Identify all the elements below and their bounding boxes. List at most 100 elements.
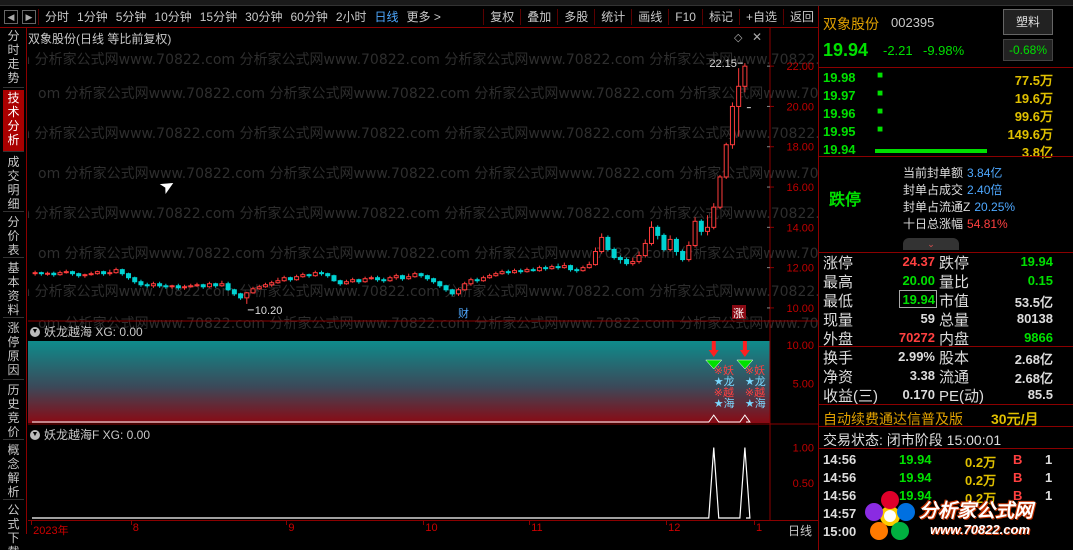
candle-body [319, 272, 325, 275]
highlight-box [899, 290, 937, 308]
tab-concept[interactable]: 概念解析 [3, 442, 24, 500]
toolbar-divider [520, 8, 522, 25]
add-watchlist-button[interactable]: +自选 [742, 8, 781, 25]
period-60min[interactable]: 60分钟 [286, 8, 331, 25]
candle-body [592, 251, 598, 266]
candle-body [362, 278, 368, 283]
candle-body [555, 266, 561, 269]
candle-body [219, 283, 225, 287]
finance-marker[interactable]: 财 [458, 306, 469, 320]
stat-label: 换手 [823, 350, 854, 367]
f10-button[interactable]: F10 [671, 10, 700, 24]
candle-body [200, 284, 206, 288]
tab-technical[interactable]: 技术分析 [3, 90, 24, 152]
tick-row: 14:56 19.94 0.2万 B 1 [819, 470, 1069, 488]
candle-body [412, 273, 418, 278]
candle-body [225, 283, 231, 291]
indicator-menu-icon[interactable]: ▼ [30, 326, 40, 337]
period-1min[interactable]: 1分钟 [73, 8, 112, 25]
trade-status: 交易状态: 闭市阶段 15:00:01 [823, 432, 1002, 448]
draw-line-button[interactable]: 画线 [634, 8, 666, 25]
tab-price-table[interactable]: 分价表 [3, 214, 24, 258]
stat-row: 最高 20.00 量比 0.15 [819, 271, 1069, 291]
period-10min[interactable]: 10分钟 [150, 8, 195, 25]
candle-body [119, 269, 125, 275]
indicator-menu-icon[interactable]: ▼ [30, 429, 40, 440]
candle-body [673, 238, 679, 253]
tick-price: 19.94 [899, 470, 932, 485]
mark-button[interactable]: 标记 [705, 8, 737, 25]
stat-value: 0.15 [1027, 273, 1053, 288]
tab-trades[interactable]: 成交明细 [3, 154, 24, 212]
candle-body [262, 284, 268, 288]
candle-body [69, 271, 75, 275]
tab-intraday[interactable]: 分时走势 [3, 28, 24, 88]
period-30min[interactable]: 30分钟 [241, 8, 286, 25]
watermark-text: om 分析家公式网www.70822.com 分析家公式网www.70822.c… [38, 245, 818, 262]
site-logo: 分析家公式网 www.70822.com [862, 488, 1062, 544]
stat-row: 现量 59 总量 80138 [819, 309, 1069, 329]
chart-area[interactable]: om 分析家公式网www.70822.com 分析家公式网www.70822.c… [28, 28, 818, 534]
seal-label: 当前封单额 [903, 166, 964, 180]
period-5min[interactable]: 5分钟 [112, 8, 151, 25]
stat-value: 24.37 [902, 254, 935, 269]
stat-value: 85.5 [1027, 387, 1053, 402]
tab-auction[interactable]: 历史竞价 [3, 382, 24, 440]
bid-row[interactable]: 19.96 99.6万 ■ [819, 106, 1069, 124]
watermark-text: om 分析家公式网www.70822.com 分析家公式网www.70822.c… [28, 51, 818, 68]
back-icon[interactable]: ◀ [4, 9, 18, 24]
period-2h[interactable]: 2小时 [332, 8, 371, 25]
tab-profile[interactable]: 基本资料 [3, 260, 24, 318]
candle-body [437, 281, 443, 287]
adjust-button[interactable]: 复权 [486, 8, 518, 25]
bid-row[interactable]: 19.95 149.6万 ■ [819, 124, 1069, 142]
y-tick-label: 22.00 [786, 61, 814, 73]
period-more[interactable]: 更多 > [403, 8, 445, 25]
sector-button[interactable]: 塑料 [1003, 9, 1053, 35]
candle-body [213, 283, 219, 287]
statistics-button[interactable]: 统计 [597, 8, 629, 25]
multi-stock-button[interactable]: 多股 [560, 8, 592, 25]
candle-body [287, 277, 293, 281]
close-icon[interactable]: ✕ [752, 30, 762, 44]
last-price: 19.94 [823, 40, 869, 60]
candle-body [150, 283, 156, 287]
ad-text[interactable]: 自动续费通达信普及版 [823, 409, 963, 429]
forward-icon[interactable]: ▶ [22, 9, 36, 24]
stat-label: 股本 [939, 350, 970, 367]
limit-up-marker[interactable]: 涨 [733, 307, 744, 320]
tick-count: 1 [1045, 452, 1053, 467]
collapse-icon[interactable]: ⌄ [903, 238, 959, 250]
price-change: -2.21 [883, 43, 913, 58]
bid-row[interactable]: 19.97 19.6万 ■ [819, 88, 1069, 106]
ad-price[interactable]: 30元/月 [991, 409, 1038, 429]
watermark-text: om 分析家公式网www.70822.com 分析家公式网www.70822.c… [38, 85, 818, 102]
stock-name: 双象股份 [823, 16, 879, 32]
bid-row[interactable]: 19.98 77.5万 ■ [819, 70, 1069, 88]
tab-formula-download[interactable]: 公式下载 [3, 502, 24, 550]
candle-body [157, 283, 163, 287]
tick-time: 14:56 [823, 488, 857, 503]
tick-volume: 0.2万 [965, 473, 997, 488]
return-button[interactable]: 返回 [786, 8, 818, 25]
candle-body [138, 281, 144, 286]
candle-body [325, 273, 331, 277]
diamond-icon[interactable]: ◇ [734, 31, 742, 44]
stat-label: PE(动) [939, 388, 985, 405]
candle-body [175, 285, 181, 289]
bid-bar: ■ [877, 70, 884, 81]
period-15min[interactable]: 15分钟 [196, 8, 241, 25]
overlay-button[interactable]: 叠加 [523, 8, 555, 25]
period-fenshi[interactable]: 分时 [41, 8, 73, 25]
kline-chart[interactable]: om 分析家公式网www.70822.com 分析家公式网www.70822.c… [28, 28, 818, 520]
candle-body [711, 206, 717, 228]
date-axis-label: 9 [288, 522, 295, 534]
tab-limit-reason[interactable]: 涨停原因 [3, 320, 24, 380]
seal-label: 封单占成交 [903, 183, 964, 197]
period-daily[interactable]: 日线 [371, 8, 403, 25]
candle-body [630, 261, 636, 265]
tick-side: B [1013, 452, 1023, 467]
date-axis: 日线 2023年 8 9 10 11 12 1 [28, 520, 818, 538]
stat-value: 70272 [898, 330, 935, 345]
toolbar-divider [38, 8, 39, 25]
